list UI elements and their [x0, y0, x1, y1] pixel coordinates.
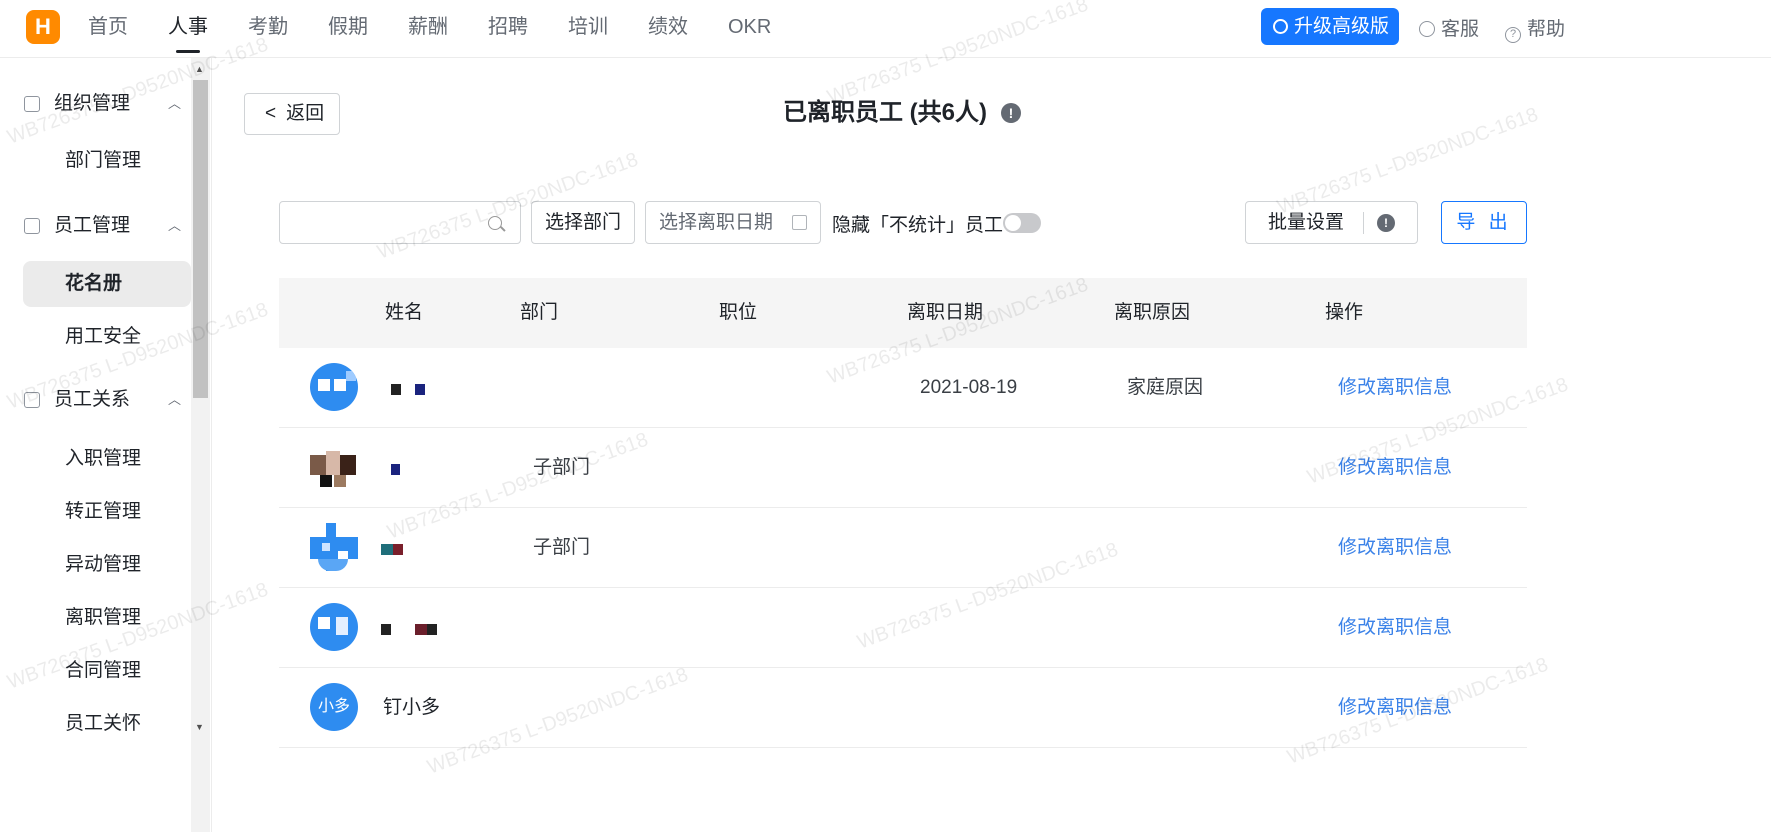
department-cell: 子部门: [533, 457, 591, 478]
page-title: 已离职员工 (共6人): [783, 99, 987, 126]
sidebar-group-relations[interactable]: 员工关系 ︿: [0, 380, 190, 420]
edit-resignation-link[interactable]: 修改离职信息: [1338, 588, 1452, 668]
sidebar-item-regularization[interactable]: 转正管理: [23, 489, 191, 535]
employee-name-redacted: [391, 382, 426, 395]
avatar: 小多: [310, 683, 358, 731]
leave-reason: 家庭原因: [1127, 377, 1204, 398]
search-box: [279, 201, 521, 244]
avatar: [310, 523, 358, 571]
nav-item-attendance[interactable]: 考勤: [248, 0, 288, 58]
batch-settings-button[interactable]: 批量设置 !: [1245, 201, 1418, 244]
back-label: 返回: [286, 103, 325, 124]
sidebar-item-care[interactable]: 员工关怀: [23, 701, 191, 747]
sidebar-group-label: 组织管理: [54, 93, 131, 114]
avatar: [310, 363, 358, 411]
edit-resignation-link[interactable]: 修改离职信息: [1338, 428, 1452, 508]
column-header-actions: 操作: [1325, 302, 1364, 323]
info-icon[interactable]: !: [1377, 214, 1395, 232]
org-chart-icon: [24, 96, 40, 112]
batch-label: 批量设置: [1268, 212, 1345, 233]
sidebar-item-resignation[interactable]: 离职管理: [23, 595, 191, 641]
sidebar-group-label: 员工管理: [54, 215, 131, 236]
customer-service-link[interactable]: 客服: [1419, 14, 1479, 41]
main-nav: 首页 人事 考勤 假期 薪酬 招聘 培训 绩效 OKR: [88, 0, 811, 58]
search-icon: [488, 216, 502, 230]
leave-date-placeholder: 选择离职日期: [659, 212, 774, 233]
relations-icon: [24, 392, 40, 408]
top-navigation-bar: H 首页 人事 考勤 假期 薪酬 招聘 培训 绩效 OKR 升级高级版 客服 ?…: [0, 0, 1771, 58]
calendar-icon: [792, 215, 807, 230]
leave-date: 2021-08-19: [920, 377, 1018, 398]
sidebar: 组织管理 ︿ 部门管理 员工管理 ︿ 花名册 用工安全 员工关系 ︿ 入职管理 …: [0, 58, 212, 832]
hide-unstat-toggle[interactable]: [1003, 213, 1041, 233]
nav-item-payroll[interactable]: 薪酬: [408, 0, 448, 58]
nav-item-home[interactable]: 首页: [88, 0, 128, 58]
chevron-left-icon: <: [265, 103, 277, 124]
table-row: 子部门 修改离职信息: [279, 508, 1527, 588]
scroll-down-arrow-icon[interactable]: ▼: [195, 722, 204, 732]
table-row: 2021-08-19 家庭原因 修改离职信息: [279, 348, 1527, 428]
back-button[interactable]: < 返回: [244, 93, 340, 135]
column-header-leave-date: 离职日期: [907, 302, 984, 323]
chevron-up-icon: ︿: [168, 392, 182, 407]
toggle-knob: [1005, 215, 1021, 231]
service-label: 客服: [1441, 19, 1480, 40]
column-header-position: 职位: [719, 302, 758, 323]
divider: [1363, 212, 1364, 234]
chevron-up-icon: ︿: [168, 96, 182, 111]
table-row: 修改离职信息: [279, 588, 1527, 668]
employee-folder-icon: [24, 218, 40, 234]
help-link[interactable]: ? 帮助: [1505, 14, 1565, 43]
sidebar-group-org[interactable]: 组织管理 ︿: [0, 84, 190, 124]
column-header-reason: 离职原因: [1114, 302, 1191, 323]
nav-item-training[interactable]: 培训: [568, 0, 608, 58]
info-icon[interactable]: !: [1001, 103, 1021, 123]
employee-name-redacted: [381, 622, 438, 635]
column-header-department: 部门: [520, 302, 559, 323]
sidebar-item-onboarding[interactable]: 入职管理: [23, 436, 191, 482]
sidebar-item-transfer[interactable]: 异动管理: [23, 542, 191, 588]
upgrade-label: 升级高级版: [1294, 16, 1390, 37]
scroll-up-arrow-icon[interactable]: ▲: [195, 64, 204, 74]
chevron-up-icon: ︿: [168, 218, 182, 233]
nav-item-leave[interactable]: 假期: [328, 0, 368, 58]
headset-icon: [1419, 21, 1435, 37]
upgrade-button[interactable]: 升级高级版: [1261, 8, 1399, 45]
table-row: 小多 钉小多 修改离职信息: [279, 668, 1527, 748]
help-label: 帮助: [1527, 19, 1566, 40]
app-logo[interactable]: H: [26, 10, 60, 44]
sidebar-group-employees[interactable]: 员工管理 ︿: [0, 206, 190, 246]
nav-item-performance[interactable]: 绩效: [648, 0, 688, 58]
employee-name: 钉小多: [383, 697, 441, 718]
sidebar-group-label: 员工关系: [54, 389, 131, 410]
sidebar-item-contracts[interactable]: 合同管理: [23, 648, 191, 694]
nav-item-recruitment[interactable]: 招聘: [488, 0, 528, 58]
search-input[interactable]: [290, 210, 480, 236]
department-select[interactable]: 选择部门: [531, 201, 635, 244]
sidebar-item-work-safety[interactable]: 用工安全: [23, 314, 191, 360]
export-button[interactable]: 导 出: [1441, 201, 1527, 244]
hide-unstat-label: 隐藏「不统计」员工: [832, 215, 1004, 236]
avatar: [310, 443, 358, 491]
sidebar-scroll-thumb[interactable]: [193, 80, 208, 398]
table-row: 子部门 修改离职信息: [279, 428, 1527, 508]
edit-resignation-link[interactable]: 修改离职信息: [1338, 348, 1452, 428]
table-header: 姓名 部门 职位 离职日期 离职原因 操作: [279, 278, 1527, 348]
chat-bubble-icon: [1273, 19, 1288, 34]
nav-item-okr[interactable]: OKR: [728, 0, 771, 58]
avatar: [310, 603, 358, 651]
leave-date-picker[interactable]: 选择离职日期: [645, 201, 821, 244]
edit-resignation-link[interactable]: 修改离职信息: [1338, 508, 1452, 588]
department-cell: 子部门: [533, 537, 591, 558]
employee-name-redacted: [391, 462, 400, 475]
question-icon: ?: [1505, 27, 1521, 43]
nav-item-hr[interactable]: 人事: [168, 0, 208, 58]
employee-name-redacted: [381, 542, 403, 555]
sidebar-item-roster[interactable]: 花名册: [23, 261, 191, 307]
edit-resignation-link[interactable]: 修改离职信息: [1338, 668, 1452, 748]
column-header-name: 姓名: [385, 302, 424, 323]
sidebar-item-departments[interactable]: 部门管理: [23, 138, 191, 184]
